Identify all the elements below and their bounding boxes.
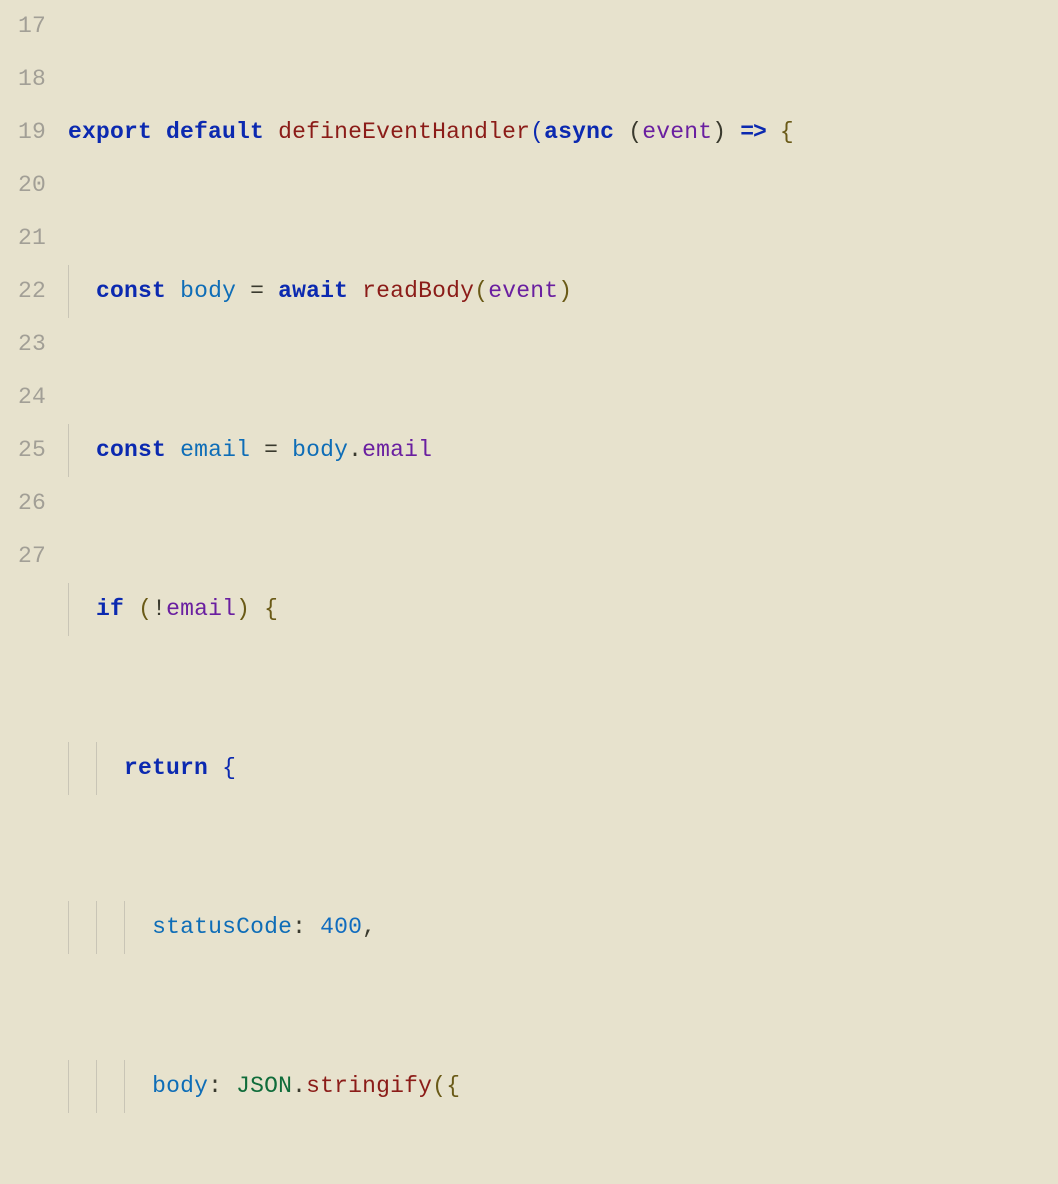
line-number: 23 <box>18 318 46 371</box>
paren-open: ( <box>138 596 152 622</box>
keyword-if: if <box>96 596 124 622</box>
paren-open: ( <box>628 119 642 145</box>
code-line[interactable]: const body = await readBody(event) <box>68 265 1058 318</box>
line-number: 27 <box>18 530 46 583</box>
indent-guide <box>68 265 69 318</box>
op-colon: : <box>292 914 306 940</box>
indent-guide <box>68 742 69 795</box>
paren-close: ) <box>236 596 250 622</box>
code-editor[interactable]: 17 18 19 20 21 22 23 24 25 26 27 export … <box>0 0 1058 1184</box>
line-number: 20 <box>18 159 46 212</box>
line-number-gutter: 17 18 19 20 21 22 23 24 25 26 27 <box>0 0 68 1184</box>
keyword-return: return <box>124 755 208 781</box>
indent-guide <box>96 1060 97 1113</box>
indent-guide <box>96 901 97 954</box>
line-number: 24 <box>18 371 46 424</box>
code-line[interactable]: export default defineEventHandler(async … <box>68 106 1058 159</box>
num-400: 400 <box>320 914 362 940</box>
var-body: body <box>180 278 236 304</box>
brace-open: { <box>446 1073 460 1099</box>
ref-body: body <box>292 437 348 463</box>
code-area[interactable]: export default defineEventHandler(async … <box>68 0 1058 1184</box>
indent-guide <box>68 583 69 636</box>
keyword-const: const <box>96 437 166 463</box>
code-line[interactable]: return { <box>68 742 1058 795</box>
paren-close: ) <box>712 119 726 145</box>
op-dot: . <box>348 437 362 463</box>
keyword-const: const <box>96 278 166 304</box>
var-email: email <box>180 437 250 463</box>
key-body: body <box>152 1073 208 1099</box>
op-eq: = <box>264 437 278 463</box>
fn-defineEventHandler: defineEventHandler <box>278 119 530 145</box>
paren-close: ) <box>558 278 572 304</box>
code-line[interactable]: if (!email) { <box>68 583 1058 636</box>
op-bang: ! <box>152 596 166 622</box>
line-number: 19 <box>18 106 46 159</box>
param-event: event <box>642 119 712 145</box>
op-colon: : <box>208 1073 222 1099</box>
code-line[interactable]: const email = body.email <box>68 424 1058 477</box>
indent-guide <box>124 1060 125 1113</box>
fn-stringify: stringify <box>306 1073 432 1099</box>
keyword-async: async <box>544 119 614 145</box>
line-number: 18 <box>18 53 46 106</box>
fn-readBody: readBody <box>362 278 474 304</box>
paren-open: ( <box>432 1073 446 1099</box>
keyword-export: export <box>68 119 152 145</box>
indent-guide <box>68 1060 69 1113</box>
indent-guide <box>96 742 97 795</box>
indent-guide <box>68 901 69 954</box>
op-comma: , <box>362 914 376 940</box>
op-eq: = <box>250 278 264 304</box>
brace-open: { <box>780 119 794 145</box>
line-number: 26 <box>18 477 46 530</box>
code-line[interactable]: statusCode: 400, <box>68 901 1058 954</box>
key-statusCode: statusCode <box>152 914 292 940</box>
prop-email: email <box>362 437 432 463</box>
indent-guide <box>124 901 125 954</box>
line-number: 25 <box>18 424 46 477</box>
code-line[interactable]: body: JSON.stringify({ <box>68 1060 1058 1113</box>
brace-open: { <box>264 596 278 622</box>
keyword-await: await <box>278 278 348 304</box>
indent-guide <box>68 424 69 477</box>
paren-open: ( <box>530 119 544 145</box>
ref-email: email <box>166 596 236 622</box>
class-JSON: JSON <box>236 1073 292 1099</box>
brace-open: { <box>222 755 236 781</box>
line-number: 22 <box>18 265 46 318</box>
line-number: 17 <box>18 0 46 53</box>
arg-event: event <box>488 278 558 304</box>
op-dot: . <box>292 1073 306 1099</box>
keyword-default: default <box>166 119 264 145</box>
line-number: 21 <box>18 212 46 265</box>
arrow-op: => <box>740 119 766 145</box>
paren-open: ( <box>474 278 488 304</box>
